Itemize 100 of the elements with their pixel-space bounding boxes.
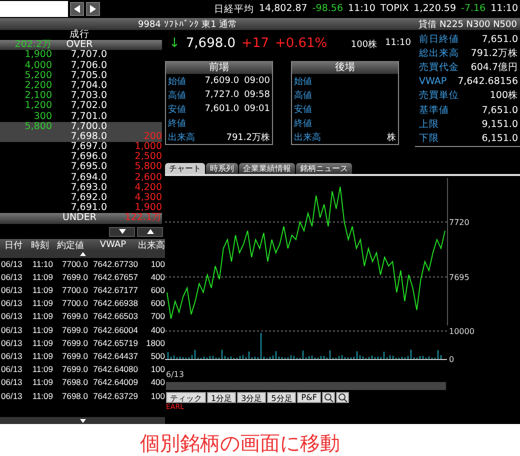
tab[interactable]: 時系列 [206,163,238,174]
table-cell-text: 06/13 [0,258,24,270]
stat-value: 9,151.0 [482,118,518,130]
ask-quantity: 300 [32,112,52,122]
bid-quantity: 2,500 [134,152,162,162]
table-cell-text: 7642.66503 [92,311,138,322]
price-level: 7,692.0 [70,193,107,203]
back-button[interactable] [70,2,84,16]
scroll-down-button[interactable] [109,226,135,237]
chart-scrollbar[interactable] [166,382,446,390]
price-level: 7,704.0 [70,80,107,91]
column-header: 出来高 [138,240,165,252]
table-cell-text: 7699.0 [61,311,88,322]
session-value: 株 [387,132,396,144]
session-time: 09:01 [244,104,270,114]
price-change: +17 [242,36,269,51]
period-button[interactable]: 1分足 [207,392,236,403]
index-name: TOPIX [380,2,409,16]
table-cell-text: 11:09 [31,338,53,349]
column-header: 日付 [4,240,24,252]
table-cell-text: 500 [150,350,165,362]
up-triangle-icon [146,229,154,234]
session-time: 09:00 [244,76,270,86]
tab[interactable]: チャート [165,163,205,174]
stat-label: 下限 [419,132,439,145]
table-cell-text: 7699.0 [61,324,88,336]
session-value: 791.2万株 [226,132,270,144]
table-cell-text: 06/13 [0,377,24,388]
chart-date: 6/13 [166,370,184,379]
period-button[interactable]: ティック [166,392,206,403]
table-cell-text: 11:09 [31,285,53,296]
table-cell-text: 7700.0 [61,258,88,270]
volume-axis-label: 0 [449,355,454,364]
session-label: 高値 [294,90,312,102]
session-label: 安値 [168,104,186,116]
table-cell-text: 11:09 [31,311,53,322]
scroll-up-button[interactable] [137,226,163,237]
ask-quantity: 2,100 [24,91,52,102]
zoom-out-icon[interactable] [336,392,349,403]
stat-value: 6,151.0 [482,132,518,144]
table-cell-text: 400 [150,272,165,283]
period-button[interactable]: 5分足 [267,392,296,403]
price-axis-label: 7720 [449,218,470,227]
table-cell-text: 600 [150,285,165,296]
table-cell-text: 06/13 [0,324,24,336]
ask-quantity: 5,200 [24,70,52,81]
tab[interactable]: 銘柄ニュース [296,163,352,174]
price-level: 7,695.0 [70,162,107,173]
stat-value: 100株 [490,89,518,102]
bid-quantity: 4,200 [134,182,162,193]
stat-label: 上限 [419,118,439,131]
bid-quantity: 5,800 [134,162,162,173]
zoom-in-icon[interactable] [322,392,335,403]
table-cell-text: 06/13 [0,298,24,310]
over-quantity: 202.2万 [14,40,52,50]
session-label: 終値 [168,118,186,130]
price-level: 7,705.0 [70,70,107,81]
session-label: 始値 [294,76,312,88]
session-label: 高値 [168,90,186,102]
column-header: VWAP [98,240,128,250]
market-order-label: 成行 [68,30,90,40]
search-field[interactable] [0,1,68,17]
bid-quantity: 200 [142,132,162,142]
index-value: 14,802.87 [259,2,308,16]
table-cell-text: 06/13 [0,285,24,296]
table-cell-text: 7642.66004 [92,324,138,336]
table-cell-text: 7698.0 [61,377,88,388]
stock-tags: 貸借 N225 N300 N500 [418,18,517,30]
table-cell-text: 1800 [145,338,165,349]
volume-axis-label: 10000 [449,327,474,336]
table-cell-text: 400 [150,377,165,388]
table-cell-text: 7699.0 [61,338,88,349]
period-button[interactable]: 3分足 [237,392,266,403]
session-label: 出来高 [168,132,195,144]
forward-button[interactable] [86,2,100,16]
table-cell-text: 06/13 [0,364,24,376]
price-level: 7,694.0 [70,172,107,183]
ask-quantity: 1,200 [24,101,52,112]
table-cell-text: 7642.67177 [92,285,138,296]
period-button[interactable]: P&F [297,392,321,403]
index-name: 日経平均 [214,2,254,16]
table-cell-text: 100 [150,258,165,270]
price-level: 7,697.0 [70,142,107,152]
over-label: OVER [65,40,93,50]
last-price: 7,698.0 [186,36,236,51]
bid-quantity: 4,300 [134,193,162,203]
tab[interactable]: 企業業績情報 [239,163,295,174]
bid-quantity: 1,000 [134,142,162,152]
price-level: 7,703.0 [70,91,107,102]
session-value: 7,727.0 [204,90,240,100]
price-level: 7,706.0 [70,60,107,71]
session-value: 7,601.0 [204,104,240,114]
stat-value: 7,651.0 [482,104,518,116]
table-cell-text: 7642.64009 [92,377,138,388]
index-change: -98.56 [312,2,343,16]
table-cell-text: 7699.0 [61,272,88,283]
table-cell-text: 700 [150,311,165,322]
stat-value: 7,651.0 [482,34,518,45]
table-cell-text: 11:09 [31,390,53,402]
table-cell-text: 100 [150,364,165,376]
